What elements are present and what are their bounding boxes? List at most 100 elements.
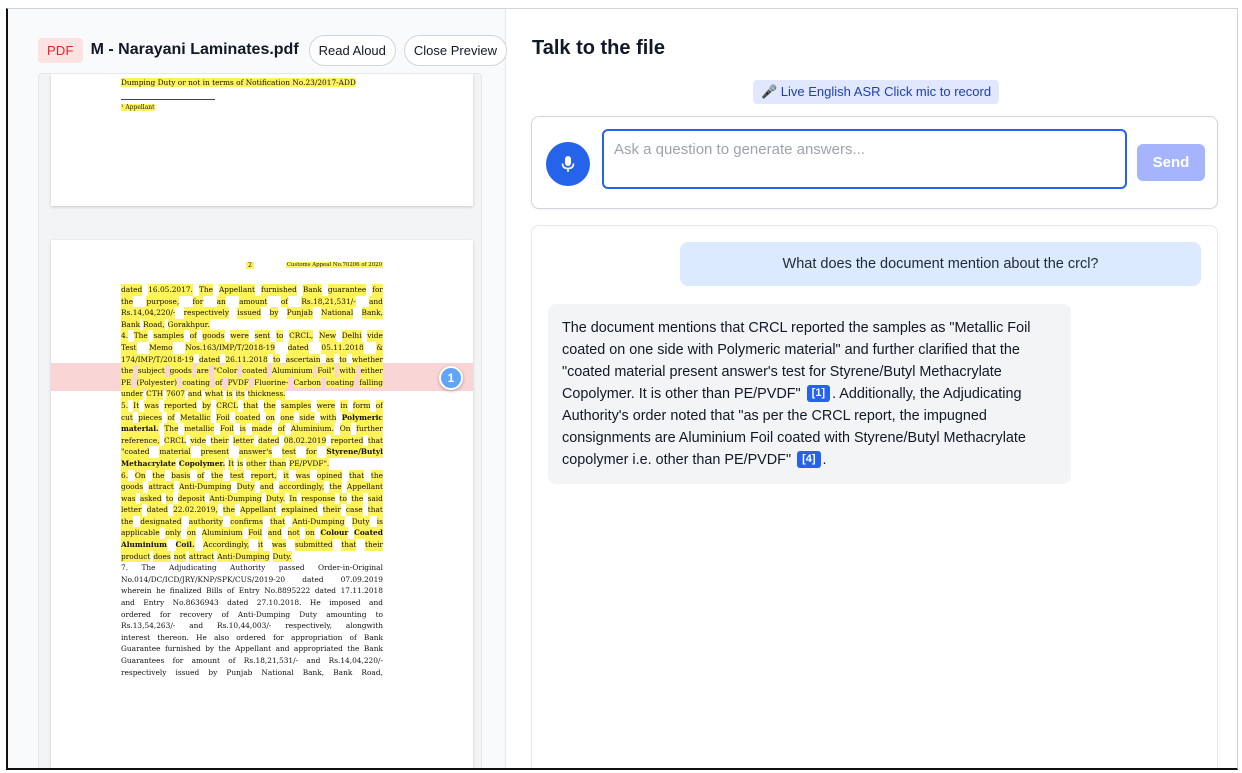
page-text-line: the subject goods are "Color coated Aluminium F…: [121, 365, 383, 377]
page-text-line: respectively issued by Punjab National Bank, B…: [121, 667, 383, 679]
page-word: test: [229, 469, 244, 482]
pdf-viewer[interactable]: Dumping Duty or not in terms of Notifica…: [38, 73, 482, 768]
close-preview-button[interactable]: Close Preview: [403, 34, 507, 66]
page-word: that: [243, 399, 259, 412]
microphone-icon: [561, 156, 575, 172]
mic-button[interactable]: [546, 142, 590, 186]
page-text-line: goods attract Anti-Dumping Duty and according…: [121, 481, 383, 493]
page-word: form: [352, 399, 371, 412]
page-word: Road,: [143, 318, 165, 331]
page-word: reported: [330, 434, 364, 447]
page-word: and: [369, 598, 383, 608]
page-word: opined: [316, 469, 343, 482]
page-word: ordered: [236, 632, 266, 642]
page-word: for: [172, 656, 184, 665]
page-word: Bank,: [302, 667, 325, 677]
page-word: Bills: [206, 586, 223, 596]
page-word: answer's: [239, 446, 273, 458]
page-word: Coil.: [175, 539, 195, 551]
page-word: recovery: [179, 609, 213, 619]
page-word: dated: [258, 434, 280, 447]
read-aloud-button[interactable]: Read Aloud: [308, 34, 396, 66]
page-word: side: [299, 411, 315, 424]
user-message: What does the document mention about the…: [680, 242, 1201, 286]
page-word: to: [339, 353, 347, 366]
page-word: only: [165, 527, 182, 540]
page-word: for: [273, 632, 284, 642]
page-word: dated: [121, 284, 143, 296]
page-word: dated: [314, 586, 337, 596]
page-word: cut: [121, 411, 133, 424]
citation-link-1[interactable]: [1]: [806, 385, 831, 402]
page-word: On: [134, 469, 146, 482]
preview-header: PDF M - Narayani Laminates.pdf Read Alou…: [38, 34, 507, 66]
page-word: Bank: [121, 318, 141, 331]
page-word: Appellant: [240, 504, 277, 516]
page-word: Entry: [143, 598, 165, 608]
page-word: material.: [121, 423, 159, 435]
page-word: Carbon: [293, 376, 322, 389]
page-word: of: [349, 632, 357, 642]
citation-marker[interactable]: 1: [439, 366, 463, 390]
page-word: said: [367, 492, 383, 505]
page-word: also: [214, 632, 230, 642]
page-word: by: [202, 399, 211, 412]
page-word: than: [269, 457, 287, 470]
page-word: Accordingly,: [203, 539, 250, 551]
page-word: and: [188, 388, 202, 400]
page-word: the: [121, 515, 134, 528]
page-word: imposed: [329, 598, 361, 608]
page-word: dated: [198, 353, 221, 366]
page-word: Coated: [353, 527, 383, 540]
page-word: coated: [242, 365, 268, 377]
page-word: the: [218, 644, 231, 654]
page-word: Anti-Dumping: [179, 481, 232, 493]
page-word: Rs.18,21,531/-: [301, 295, 356, 308]
page-word: he: [156, 586, 166, 596]
page-text-line: 7. The Adjudicating Authority passed Order-in…: [121, 562, 383, 574]
footnote-divider: [121, 99, 215, 100]
page-text-line: Guarantee furnished by the Appellant and appro…: [121, 643, 383, 655]
page-word: present: [200, 446, 230, 458]
page-word: of: [167, 411, 175, 424]
page-word: alongwith: [345, 621, 383, 631]
page-word: attract: [148, 481, 174, 493]
page-word: Rs.13,54,263/-: [121, 621, 176, 631]
question-input[interactable]: [602, 129, 1127, 189]
page-word: Aluminium.: [290, 423, 334, 435]
page-word: and: [121, 598, 135, 608]
page-word: respectively,: [285, 621, 332, 631]
page-word: goods: [202, 330, 225, 342]
page-word: Punjab: [286, 307, 313, 319]
file-name: M - Narayani Laminates.pdf: [90, 41, 299, 58]
page-word: 5.: [121, 399, 129, 412]
page-word: their: [364, 539, 383, 551]
page-word: Anti-Dumping: [292, 515, 345, 528]
page-word: to: [273, 353, 281, 366]
page-word: to: [276, 330, 284, 342]
page-text-line: 5. It was reported by CRCL that the samples were i…: [121, 399, 383, 412]
page-word: applicable: [121, 527, 160, 540]
page-word: submitted: [294, 539, 333, 551]
chat-panel: Talk to the file 🎤 Live English ASR Clic…: [507, 9, 1237, 768]
send-button[interactable]: Send: [1137, 144, 1205, 181]
page-word: Duty.: [272, 550, 292, 563]
page-word: dated: [287, 341, 309, 354]
page-word: No.014/DC/ICD/JRY/KNP/SPK/CUS/2019-20: [121, 574, 286, 584]
page-word: finalized: [169, 586, 202, 596]
page-word: of: [375, 399, 383, 412]
page-word: ordered: [121, 609, 151, 619]
chat-thread: What does the document mention about the…: [531, 225, 1218, 768]
page-word: the: [222, 504, 236, 516]
page-word: of: [277, 423, 286, 435]
page-word: confirms: [230, 515, 263, 528]
asr-status-chip: 🎤 Live English ASR Click mic to record: [753, 80, 1000, 104]
page-text-line: letter dated 22.02.2019, the Appellant explai…: [121, 504, 383, 516]
page-word: thickness.: [247, 388, 286, 400]
pdf-page-2: 2 Customs Appeal No.70206 of 2020 dated 1…: [51, 240, 473, 768]
citation-link-4[interactable]: [4]: [797, 451, 821, 468]
page-word: further: [356, 423, 383, 435]
page-word: falling: [359, 376, 383, 389]
page-text-line: reference, CRCL vide their letter dated 08.02.…: [121, 434, 383, 447]
appeal-number: Customs Appeal No.70206 of 2020: [285, 262, 383, 268]
